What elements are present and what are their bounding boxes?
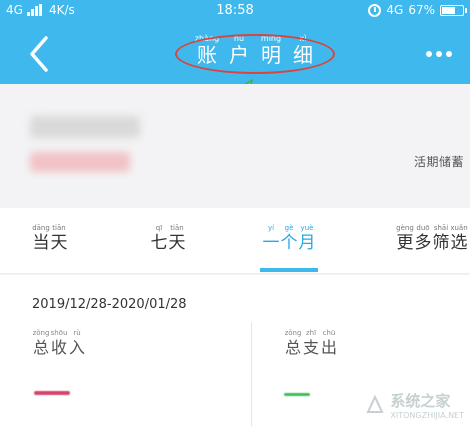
expense-ruby: zǒng 总 zhī 支 chū 出 [284,329,338,358]
blurred-balance [30,152,130,172]
hanzi: 总 [284,338,301,357]
pinyin: yuè [300,224,314,232]
hanzi: 选 [450,233,468,253]
pinyin: yí [267,224,275,232]
more-dot-icon [446,51,452,57]
tab-ruby: dāng 当 tiān 天 [32,224,68,254]
watermark-text: 系统之家 [390,392,451,410]
network-type-right: 4G [386,3,404,17]
hanzi: 一 [262,233,280,253]
battery-fill [442,6,455,14]
transaction-summary: 2019/12/28-2020/01/28 zǒng 总 shōu 收 rù 入 zǒng… [0,275,470,426]
hanzi: 支 [302,338,319,357]
pinyin: dāng [32,224,50,232]
hanzi: 入 [68,338,85,357]
income-ruby: zǒng 总 shōu 收 rù 入 [32,329,86,358]
tab-char: yuè 月 [298,224,316,254]
watermark-subtext: XITONGZHIJIA.NET [390,411,464,420]
hanzi: 天 [50,233,68,253]
hanzi: 天 [168,233,186,253]
more-dot-icon [436,51,442,57]
blurred-account-number [30,116,140,138]
pinyin: duō [416,224,430,232]
tab-ruby: gèng 更 duō 多 shāi 筛 xuǎn 选 [396,224,468,254]
hanzi: 多 [414,233,432,253]
date-range: 2019/12/28-2020/01/28 [32,297,187,312]
pinyin: gè [284,224,294,232]
tab-one-month[interactable]: yí 一 gè 个 yuè 月 [262,224,316,268]
income-char: rù 入 [68,329,86,358]
watermark: 系统之家 XITONGZHIJIA.NET [364,390,464,420]
pinyin: rù [73,329,81,337]
tab-char: tiān 天 [168,224,186,254]
tab-char: gè 个 [280,224,298,254]
pinyin: zhī [305,329,317,337]
pinyin: shāi [433,224,449,232]
blurred-expense-amount [284,393,310,396]
active-tab-indicator [260,268,318,272]
hanzi: 收 [50,338,67,357]
column-divider [251,322,252,426]
battery-percent: 67% [408,3,435,17]
annotation-circle [175,34,335,74]
hanzi: 七 [150,233,168,253]
hanzi: 月 [298,233,316,253]
account-summary: 活期储蓄 [0,84,470,208]
blurred-income-amount [34,391,70,395]
alarm-icon [368,3,382,17]
watermark-logo-icon [366,394,384,413]
total-expense-label: zǒng 总 zhī 支 chū 出 [284,329,338,358]
account-type-label: 活期储蓄 [413,155,464,169]
hanzi: 当 [32,233,50,253]
battery-icon [440,4,467,16]
expense-char: zǒng 总 [284,329,302,358]
income-char: shōu 收 [50,329,68,358]
status-right: 4G 67% [368,3,467,17]
pinyin: zǒng [284,329,302,337]
pinyin: tiān [52,224,66,232]
tab-char: gèng 更 [396,224,414,254]
tab-char: shāi 筛 [432,224,450,254]
tab-char: xuǎn 选 [450,224,468,254]
tab-char: yí 一 [262,224,280,254]
tab-seven-days[interactable]: qī 七 tiān 天 [150,224,186,268]
total-income-label: zǒng 总 shōu 收 rù 入 [32,329,86,358]
tab-char: qī 七 [150,224,168,254]
expense-char: zhī 支 [302,329,320,358]
pinyin: chū [322,329,336,337]
chevron-left-icon [30,36,48,72]
tab-char: dāng 当 [32,224,50,254]
pinyin: shōu [50,329,68,337]
pinyin: qī [155,224,163,232]
tab-today[interactable]: dāng 当 tiān 天 [32,224,68,268]
tab-ruby: qī 七 tiān 天 [150,224,186,254]
hanzi: 总 [32,338,49,357]
tab-char: duō 多 [414,224,432,254]
pinyin: zǒng [32,329,50,337]
tab-char: tiān 天 [50,224,68,254]
more-options-button[interactable] [426,48,462,60]
tab-ruby: yí 一 gè 个 yuè 月 [262,224,316,254]
status-bar: 4G 4K/s 18:58 4G 67% [0,0,470,22]
tab-more-filters[interactable]: gèng 更 duō 多 shāi 筛 xuǎn 选 [396,224,468,268]
hanzi: 筛 [432,233,450,253]
expense-char: chū 出 [320,329,338,358]
pinyin: gèng [396,224,414,232]
pinyin: tiān [170,224,184,232]
income-char: zǒng 总 [32,329,50,358]
more-dot-icon [426,51,432,57]
hanzi: 更 [396,233,414,253]
back-button[interactable] [22,34,58,74]
period-tabs: dāng 当 tiān 天 qī 七 tiān 天 yí 一 gè 个 yuè 月 gèng 更 duō 多… [0,208,470,274]
hanzi: 出 [320,338,337,357]
pinyin: xuǎn [450,224,468,232]
hanzi: 个 [280,233,298,253]
